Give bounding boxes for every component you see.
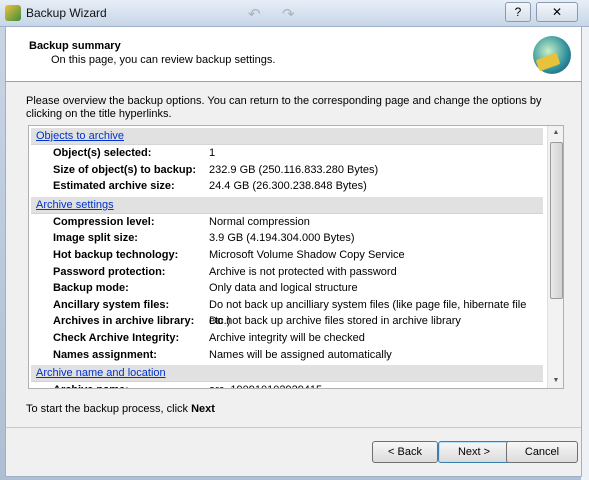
back-button[interactable]: < Back	[372, 441, 438, 463]
summary-row: Size of object(s) to backup: 232.9 GB (25…	[29, 162, 545, 179]
wizard-dialog: Backup summary On this page, you can rev…	[5, 26, 582, 477]
start-instruction-keyword: Next	[191, 403, 215, 415]
section-header: Archive name and location	[31, 365, 543, 383]
next-button[interactable]: Next >	[438, 441, 510, 463]
section-header: Objects to archive	[31, 128, 543, 145]
background-window-edge	[581, 26, 589, 480]
close-button[interactable]: ✕	[536, 2, 578, 22]
summary-row: Backup mode: Only data and logical struct…	[29, 280, 545, 297]
summary-value: Names will be assigned automatically	[209, 348, 392, 361]
summary-value: Normal compression	[209, 215, 310, 228]
summary-row: Hot backup technology: Microsoft Volume S…	[29, 247, 545, 264]
summary-key: Backup mode:	[53, 282, 129, 295]
summary-value: 1	[209, 147, 216, 159]
summary-value: Archive integrity will be checked	[209, 331, 365, 344]
section-title-link[interactable]: Objects to archive	[36, 130, 124, 142]
vertical-scrollbar[interactable]: ▲ ▼	[547, 126, 563, 388]
summary-key: Size of object(s) to backup:	[53, 163, 197, 176]
section-title-link[interactable]: Archive name and location	[36, 367, 166, 379]
summary-key: Image split size:	[53, 232, 138, 245]
summary-key: Hot backup technology:	[53, 248, 179, 261]
summary-row: Object(s) selected: 1	[29, 145, 545, 162]
summary-value: Only data and logical structure	[209, 282, 358, 295]
summary-panel: Objects to archive Object(s) selected: 1 Si…	[28, 125, 564, 389]
section-title-link[interactable]: Archive settings	[36, 199, 114, 211]
summary-row: Archives in archive library: Do not back …	[29, 313, 545, 330]
summary-key: Archives in archive library:	[53, 315, 195, 328]
wizard-header: Backup summary On this page, you can rev…	[6, 27, 581, 82]
summary-key: Estimated archive size:	[53, 180, 175, 193]
summary-row: Names assignment: Names will be assigned …	[29, 347, 545, 364]
scroll-up-arrow-icon[interactable]: ▲	[548, 126, 563, 140]
undo-icon: ↶	[248, 6, 261, 23]
scroll-down-arrow-icon[interactable]: ▼	[548, 374, 563, 388]
footer-separator	[6, 427, 581, 428]
summary-value: 3.9 GB (4.194.304.000 Bytes)	[209, 232, 355, 245]
redo-icon: ↷	[282, 6, 295, 23]
summary-key: Check Archive Integrity:	[53, 331, 180, 344]
help-button[interactable]: ?	[505, 2, 531, 22]
title-bar: Backup Wizard ↶ ↷ ? ✕	[0, 0, 589, 27]
start-instruction: To start the backup process, click Next	[26, 403, 215, 415]
page-subtitle: On this page, you can review backup sett…	[51, 54, 276, 66]
summary-row: Ancillary system files: Do not back up an…	[29, 297, 545, 328]
start-instruction-prefix: To start the backup process, click	[26, 403, 192, 415]
page-title: Backup summary	[29, 40, 121, 52]
summary-value: Archive is not protected with password	[209, 265, 397, 278]
summary-row: Estimated archive size: 24.4 GB (26.300.2…	[29, 178, 545, 195]
summary-key: Names assignment:	[53, 348, 157, 361]
summary-value: 232.9 GB (250.116.833.280 Bytes)	[209, 163, 379, 176]
summary-value: 24.4 GB (26.300.238.848 Bytes)	[209, 180, 367, 193]
summary-key: Ancillary system files:	[53, 298, 170, 311]
summary-key: Object(s) selected:	[53, 147, 152, 159]
summary-row: Compression level: Normal compression	[29, 214, 545, 231]
backup-wizard-app-icon	[5, 5, 21, 21]
summary-row: Archive name: arc_190910102929415	[29, 382, 545, 388]
summary-value: Do not back up archive files stored in a…	[209, 315, 461, 328]
intro-text: Please overview the backup options. You …	[26, 95, 542, 120]
summary-key: Compression level:	[53, 215, 155, 228]
summary-list: Objects to archive Object(s) selected: 1 Si…	[29, 126, 545, 388]
backup-wizard-icon	[533, 36, 571, 74]
scrollbar-thumb[interactable]	[550, 142, 563, 299]
section-header: Archive settings	[31, 196, 543, 214]
summary-row: Password protection: Archive is not prote…	[29, 264, 545, 281]
window-title: Backup Wizard	[26, 6, 107, 20]
cancel-button[interactable]: Cancel	[506, 441, 578, 463]
summary-row: Image split size: 3.9 GB (4.194.304.000 B…	[29, 230, 545, 247]
summary-key: Archive name:	[53, 382, 129, 388]
summary-row: Check Archive Integrity: Archive integrit…	[29, 330, 545, 347]
summary-value: arc_190910102929415	[209, 382, 322, 388]
summary-key: Password protection:	[53, 265, 166, 278]
summary-value: Microsoft Volume Shadow Copy Service	[209, 248, 405, 261]
